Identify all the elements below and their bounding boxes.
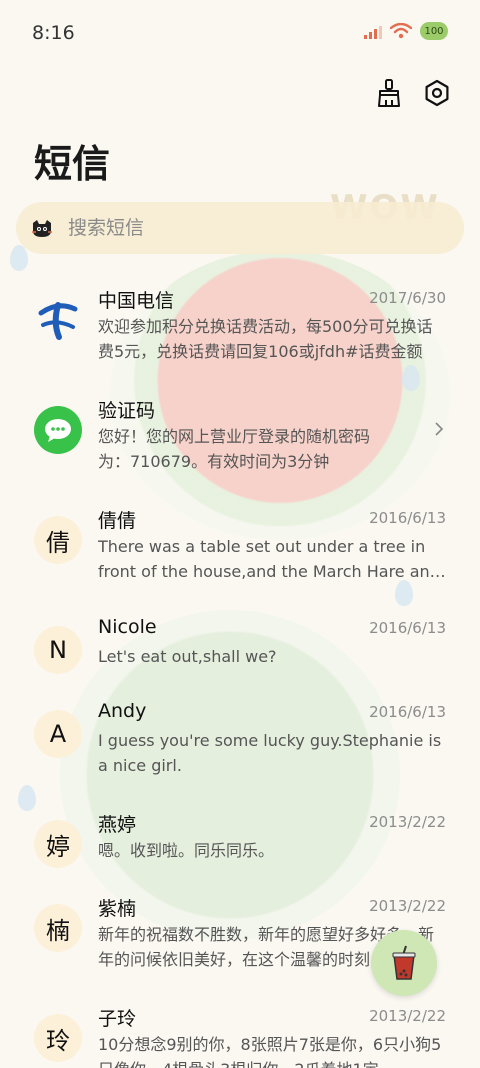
search-input[interactable]: [66, 216, 430, 240]
conversation-item[interactable]: 倩 倩倩 2016/6/13 There was a table set out…: [0, 506, 480, 606]
message-preview: 嗯。收到啦。同乐同乐。: [98, 841, 275, 860]
header-actions: [374, 78, 452, 108]
china-telecom-logo-icon: [38, 302, 78, 340]
contact-name: Nicole: [98, 616, 157, 638]
avatar: A: [34, 710, 82, 758]
message-date: 2017/6/30: [369, 289, 446, 307]
chevron-right-icon: [435, 422, 444, 436]
avatar: N: [34, 626, 82, 674]
status-time: 8:16: [32, 22, 75, 44]
message-preview: There was a table set out under a tree i…: [98, 537, 440, 581]
avatar: [34, 406, 82, 454]
compose-fab-button[interactable]: [371, 930, 437, 996]
conversation-item[interactable]: 玲 子玲 2013/2/22 10分想念9别的你，8张照片7张是你，6只小狗5只…: [0, 1004, 480, 1068]
status-bar: 8:16 100: [0, 0, 480, 64]
avatar: 楠: [34, 904, 82, 952]
avatar: 婷: [34, 820, 82, 868]
message-preview: 10分想念9别的你，8张照片7张是你，6只小狗5只像你，4根骨头3根归你，2爪着…: [98, 1035, 442, 1068]
avatar: 倩: [34, 516, 82, 564]
status-icons: 100: [364, 22, 448, 40]
conversation-item[interactable]: 婷 燕婷 2013/2/22 嗯。收到啦。同乐同乐。: [0, 810, 480, 880]
contact-name: Andy: [98, 700, 147, 722]
message-preview: I guess you're some lucky guy.Stephanie …: [98, 731, 442, 775]
black-cat-search-icon: [32, 220, 52, 237]
battery-indicator: 100: [420, 22, 448, 40]
contact-name: 中国电信: [98, 290, 175, 312]
search-bar[interactable]: [16, 202, 464, 254]
message-bubble-icon: [45, 419, 71, 442]
bubble-tea-icon: [392, 945, 416, 980]
message-date: 2016/6/13: [369, 619, 446, 637]
message-preview: 欢迎参加积分兑换话费活动，每500分可兑换话费5元，兑换话费请回复106或jfd…: [98, 317, 433, 361]
settings-button[interactable]: [422, 78, 452, 108]
contact-name: 燕婷: [98, 814, 137, 836]
broom-icon: [378, 79, 400, 107]
avatar: 玲: [34, 1014, 82, 1062]
contact-name: 紫楠: [98, 898, 137, 920]
conversation-item[interactable]: 中国电信 2017/6/30 欢迎参加积分兑换话费活动，每500分可兑换话费5元…: [0, 286, 480, 386]
message-date: 2013/2/22: [369, 897, 446, 915]
conversation-item[interactable]: A Andy 2016/6/13 I guess you're some luc…: [0, 700, 480, 800]
conversation-item[interactable]: 验证码 您好！您的网上营业厅登录的随机密码为：710679。有效时间为3分钟: [0, 396, 480, 496]
drop-decoration: [10, 245, 28, 271]
page-title: 短信: [34, 142, 111, 186]
message-date: 2016/6/13: [369, 703, 446, 721]
conversation-item[interactable]: N Nicole 2016/6/13 Let's eat out,shall w…: [0, 616, 480, 686]
contact-name: 子玲: [98, 1008, 137, 1030]
signal-icon: [364, 23, 382, 39]
settings-hexagon-icon: [425, 79, 449, 107]
message-date: 2013/2/22: [369, 813, 446, 831]
wifi-icon: [390, 23, 412, 39]
message-preview: Let's eat out,shall we?: [98, 647, 277, 666]
contact-name: 倩倩: [98, 510, 137, 532]
clean-brush-button[interactable]: [374, 78, 404, 108]
message-date: 2016/6/13: [369, 509, 446, 527]
avatar: [34, 296, 82, 344]
contact-name: 验证码: [98, 400, 156, 422]
message-preview: 您好！您的网上营业厅登录的随机密码为：710679。有效时间为3分钟: [98, 427, 371, 471]
message-date: 2013/2/22: [369, 1007, 446, 1025]
